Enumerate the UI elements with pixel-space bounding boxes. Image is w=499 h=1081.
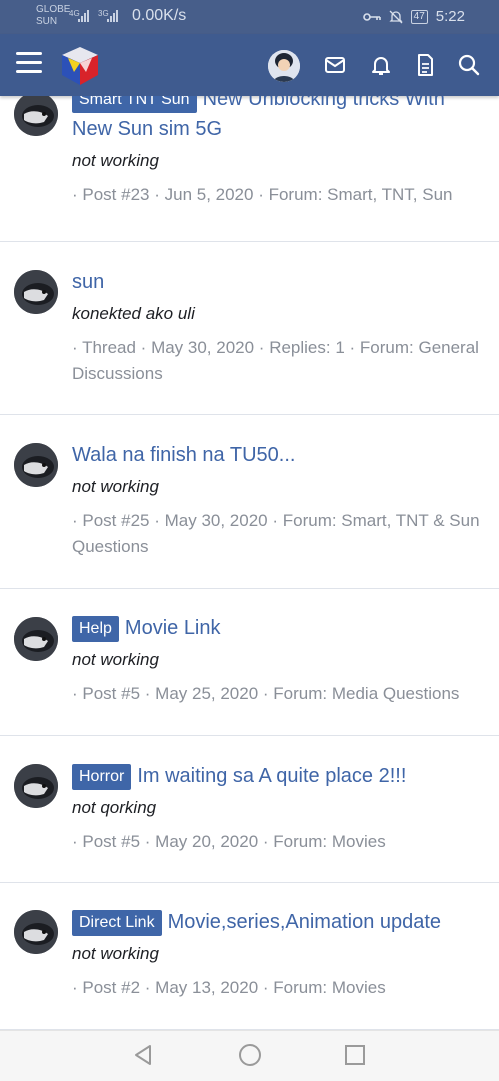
result-snippet: not working: [72, 477, 159, 496]
status-bar: GLOBE SUN 4G 3G 0.00K/s 47 5:22: [0, 0, 499, 34]
prefix-badge[interactable]: Help: [72, 616, 119, 642]
avatar[interactable]: [14, 270, 58, 314]
result-title: Direct Link Movie,series,Animation update: [72, 907, 488, 937]
avatar[interactable]: [14, 443, 58, 487]
network-speed: 0.00K/s: [132, 7, 187, 24]
mute-bell-icon: [389, 10, 403, 23]
search-results: Smart TNT Sun New Unblocking tricks With …: [0, 96, 499, 1030]
mail-icon[interactable]: [322, 52, 348, 78]
forum-link[interactable]: Forum: Media Questions: [273, 684, 459, 703]
carrier-label: GLOBE SUN: [36, 4, 70, 28]
prefix-badge[interactable]: Direct Link: [72, 910, 162, 936]
result-date: May 13, 2020: [155, 978, 259, 997]
result-meta: · Post #23 · Jun 5, 2020 · Forum: Smart,…: [72, 185, 453, 204]
post-link[interactable]: Post #2: [82, 978, 140, 997]
bell-icon[interactable]: [368, 52, 394, 78]
result-title: sun: [72, 267, 488, 297]
list-item: Smart TNT Sun New Unblocking tricks With …: [0, 96, 499, 242]
list-item: Wala na finish na TU50... not working · …: [0, 415, 499, 589]
result-snippet: not qorking: [72, 798, 157, 817]
prefix-badge[interactable]: Smart TNT Sun: [72, 96, 197, 113]
result-snippet: konekted ako uli: [72, 304, 195, 323]
document-icon[interactable]: [412, 52, 438, 78]
prefix-badge[interactable]: Horror: [72, 764, 132, 790]
home-icon[interactable]: [237, 1042, 263, 1068]
list-item: Direct Link Movie,series,Animation update…: [0, 883, 499, 1030]
list-item: sun konekted ako uli · Thread · May 30, …: [0, 241, 499, 415]
thread-type: Thread: [82, 338, 136, 357]
thread-link[interactable]: Im waiting sa A quite place 2!!!: [137, 765, 406, 787]
avatar[interactable]: [268, 50, 300, 82]
forum-link[interactable]: Forum: Smart, TNT, Sun: [269, 185, 453, 204]
avatar[interactable]: [14, 764, 58, 808]
reply-count: Replies: 1: [269, 338, 345, 357]
post-link[interactable]: Post #5: [82, 832, 140, 851]
menu-icon[interactable]: [16, 52, 42, 76]
list-item: Horror Im waiting sa A quite place 2!!! n…: [0, 736, 499, 883]
result-title: Smart TNT Sun New Unblocking tricks With …: [72, 96, 488, 144]
result-date: May 25, 2020: [155, 684, 259, 703]
site-logo[interactable]: [58, 44, 102, 88]
signal-icon-2: [107, 10, 118, 22]
result-title: Horror Im waiting sa A quite place 2!!!: [72, 761, 488, 791]
carrier-bottom: SUN: [36, 16, 58, 27]
avatar[interactable]: [14, 617, 58, 661]
key-icon: [362, 12, 381, 21]
recents-icon[interactable]: [342, 1042, 368, 1068]
post-link[interactable]: Post #5: [82, 684, 140, 703]
result-title: Wala na finish na TU50...: [72, 440, 488, 470]
avatar[interactable]: [14, 96, 58, 136]
avatar[interactable]: [14, 910, 58, 954]
status-right: 47 5:22: [362, 8, 465, 25]
result-date: May 30, 2020: [164, 511, 268, 530]
result-date: Jun 5, 2020: [164, 185, 254, 204]
list-item: Help Movie Link not working · Post #5 · M…: [0, 589, 499, 736]
forum-link[interactable]: Forum: Movies: [273, 978, 385, 997]
battery-icon: 47: [410, 9, 428, 24]
result-date: May 30, 2020: [151, 338, 255, 357]
result-snippet: not working: [72, 944, 159, 963]
result-date: May 20, 2020: [155, 832, 259, 851]
result-snippet: not working: [72, 650, 159, 669]
search-icon[interactable]: [456, 52, 482, 78]
thread-link[interactable]: sun: [72, 271, 104, 293]
thread-link[interactable]: Movie,series,Animation update: [168, 911, 441, 933]
post-link[interactable]: Post #23: [82, 185, 149, 204]
result-meta: · Post #2 · May 13, 2020 · Forum: Movies: [72, 978, 386, 997]
thread-link[interactable]: Movie Link: [125, 617, 221, 639]
result-meta: · Post #25 · May 30, 2020 · Forum: Smart…: [72, 511, 480, 556]
result-title: Help Movie Link: [72, 613, 488, 643]
result-snippet: not working: [72, 151, 159, 170]
system-nav-bar: [0, 1030, 499, 1081]
forum-link[interactable]: Forum: Movies: [273, 832, 385, 851]
result-meta: · Post #5 · May 20, 2020 · Forum: Movies: [72, 832, 386, 851]
carrier-top: GLOBE: [36, 4, 71, 15]
post-link[interactable]: Post #25: [82, 511, 149, 530]
signal-icon: [78, 10, 89, 22]
result-meta: · Thread · May 30, 2020 · Replies: 1 · F…: [72, 338, 479, 383]
thread-link[interactable]: Wala na finish na TU50...: [72, 444, 295, 466]
clock: 5:22: [435, 8, 465, 25]
result-meta: · Post #5 · May 25, 2020 · Forum: Media …: [72, 684, 460, 703]
back-icon[interactable]: [130, 1042, 156, 1068]
app-header: [0, 34, 499, 96]
